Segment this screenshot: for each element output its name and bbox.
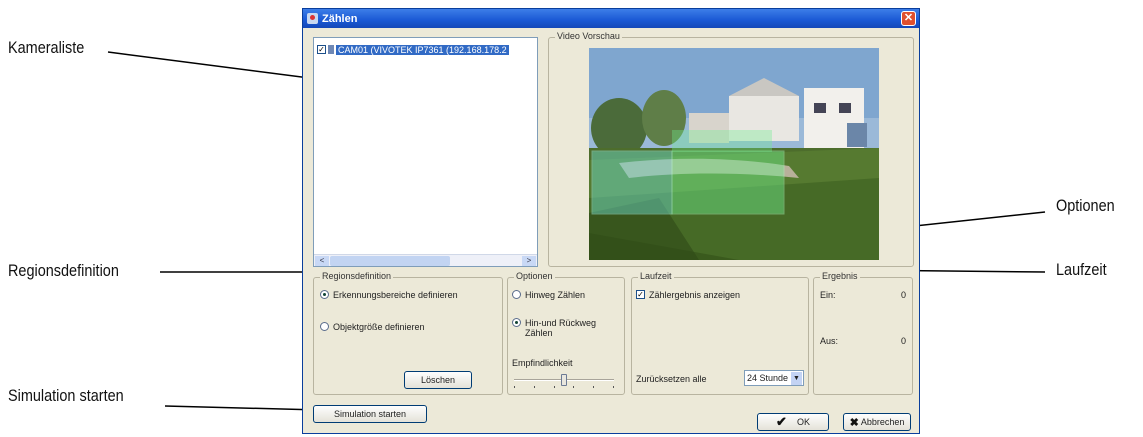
radio-objectsize[interactable] — [320, 322, 329, 331]
ok-button[interactable]: ✔ OK — [757, 413, 829, 431]
delete-button[interactable]: Löschen — [404, 371, 472, 389]
radio-detection[interactable] — [320, 290, 329, 299]
show-result-option[interactable]: ✓ Zählergebnis anzeigen — [636, 290, 740, 300]
option-two-way-label: Hin-und Rückweg Zählen — [525, 318, 597, 338]
region-option-detection-label: Erkennungsbereiche definieren — [333, 290, 458, 300]
option-one-way-label: Hinweg Zählen — [525, 290, 586, 300]
close-button[interactable]: ✕ — [901, 11, 916, 26]
result-group-label: Ergebnis — [820, 271, 860, 281]
simulation-start-button[interactable]: Simulation starten — [313, 405, 427, 423]
region-option-objectsize-label: Objektgröße definieren — [333, 322, 425, 332]
cross-icon: ✖ — [849, 416, 859, 429]
video-preview-label: Video Vorschau — [555, 31, 622, 41]
show-result-checkbox[interactable]: ✓ — [636, 290, 645, 299]
cancel-label: Abbrechen — [860, 417, 905, 427]
window-title: Zählen — [322, 12, 358, 25]
sensitivity-label: Empfindlichkeit — [512, 358, 573, 368]
app-icon — [307, 13, 318, 24]
video-scene — [589, 48, 879, 260]
show-result-label: Zählergebnis anzeigen — [649, 290, 741, 300]
result-in-label: Ein: — [820, 290, 836, 300]
radio-one-way[interactable] — [512, 290, 521, 299]
checkmark-icon: ✔ — [776, 414, 787, 429]
cancel-button[interactable]: ✖ Abbrechen — [843, 413, 911, 431]
slider-thumb[interactable] — [561, 374, 567, 386]
camera-icon — [328, 45, 334, 54]
callout-optionen: Optionen — [1056, 196, 1115, 215]
camera-checkbox[interactable]: ✓ — [317, 45, 326, 54]
slider-ticks — [514, 386, 614, 388]
sensitivity-slider[interactable] — [514, 374, 614, 388]
scroll-thumb[interactable] — [330, 256, 450, 266]
ok-label: OK — [796, 417, 810, 427]
runtime-group: Laufzeit ✓ Zählergebnis anzeigen Zurücks… — [631, 271, 809, 395]
reset-interval-dropdown[interactable]: 24 Stunde ▼ — [744, 370, 804, 386]
scroll-right-icon[interactable]: > — [522, 256, 536, 266]
chevron-down-icon[interactable]: ▼ — [791, 372, 802, 385]
reset-interval-value: 24 Stunde — [747, 373, 789, 383]
camera-list-item[interactable]: ✓ CAM01 (VIVOTEK IP7361 (192.168.178.2 — [317, 43, 537, 56]
video-preview[interactable] — [589, 48, 879, 260]
region-option-detection[interactable]: Erkennungsbereiche definieren — [320, 290, 458, 300]
result-out-label: Aus: — [820, 336, 839, 346]
reset-label: Zurücksetzen alle — [636, 374, 707, 384]
callout-kameraliste: Kameraliste — [8, 38, 85, 57]
options-group: Optionen Hinweg Zählen Hin-und Rückweg Z… — [507, 271, 625, 395]
scroll-left-icon[interactable]: < — [315, 256, 329, 266]
result-out-value: 0 — [900, 336, 906, 346]
option-two-way[interactable]: Hin-und Rückweg Zählen — [512, 318, 617, 338]
horizontal-scrollbar[interactable]: < > — [314, 254, 537, 266]
radio-two-way[interactable] — [512, 318, 521, 327]
camera-list[interactable]: ✓ CAM01 (VIVOTEK IP7361 (192.168.178.2 <… — [313, 37, 538, 267]
video-preview-group: Video Vorschau — [548, 31, 914, 267]
regions-group-label: Regionsdefinition — [320, 271, 394, 281]
options-group-label: Optionen — [514, 271, 555, 281]
region-option-objectsize[interactable]: Objektgröße definieren — [320, 322, 425, 332]
callout-regionsdefinition: Regionsdefinition — [8, 261, 119, 280]
result-in-value: 0 — [900, 290, 906, 300]
counting-dialog: Zählen ✕ ✓ CAM01 (VIVOTEK IP7361 (192.16… — [302, 8, 920, 434]
callout-laufzeit: Laufzeit — [1056, 260, 1107, 279]
title-bar: Zählen ✕ — [303, 9, 919, 28]
camera-label: CAM01 (VIVOTEK IP7361 (192.168.178.2 — [336, 44, 509, 55]
regions-group: Regionsdefinition Erkennungsbereiche def… — [313, 271, 503, 395]
result-group: Ergebnis Ein: 0 Aus: 0 — [813, 271, 913, 395]
runtime-group-label: Laufzeit — [638, 271, 674, 281]
callout-simulation: Simulation starten — [8, 386, 124, 405]
option-one-way[interactable]: Hinweg Zählen — [512, 290, 585, 300]
